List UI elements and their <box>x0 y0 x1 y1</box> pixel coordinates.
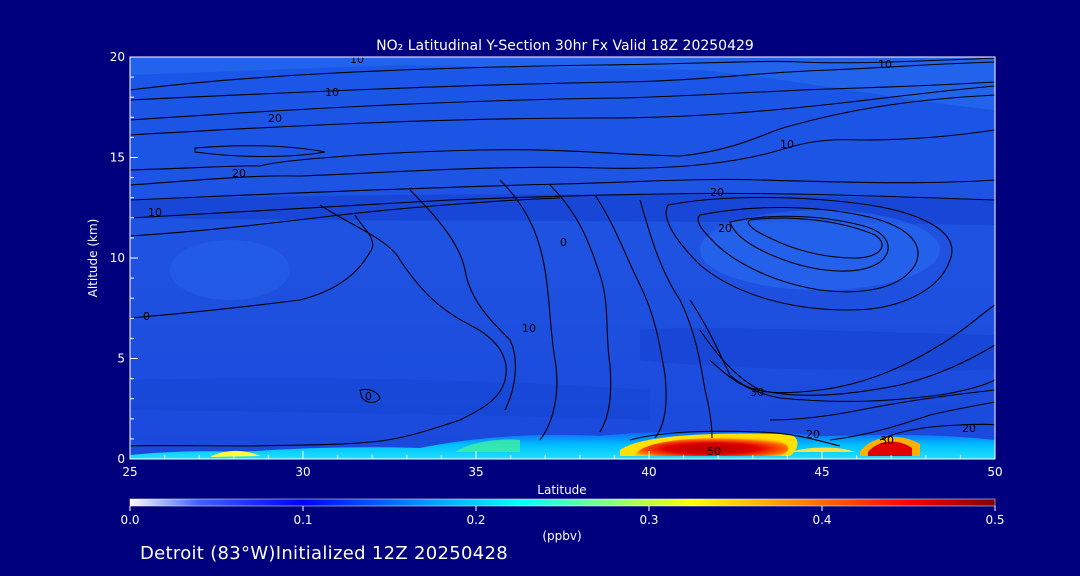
contour-label: 30 <box>750 386 764 399</box>
colorbar: 0.0 0.1 0.2 0.3 0.4 0.5 (ppbv) <box>120 498 1005 543</box>
x-tick-label: 40 <box>641 465 656 479</box>
colorbar-gradient <box>129 498 996 507</box>
y-tick-label: 10 <box>110 251 125 265</box>
contour-label: 0 <box>143 310 150 323</box>
y-axis-label: Altitude (km) <box>86 219 100 298</box>
colorbar-label: (ppbv) <box>542 529 581 543</box>
x-tick-label: 45 <box>814 465 829 479</box>
contour-label: 20 <box>806 428 820 441</box>
contour-label: 20 <box>268 112 282 125</box>
colorbar-ticks: 0.0 0.1 0.2 0.3 0.4 0.5 <box>120 506 1005 527</box>
contour-label: 10 <box>325 86 339 99</box>
contour-label: 10 <box>780 138 794 151</box>
colorbar-tick-label: 0.3 <box>639 513 658 527</box>
contour-label: 10 <box>522 322 536 335</box>
contour-label: 0 <box>365 390 372 403</box>
contour-label: 10 <box>148 206 162 219</box>
colorbar-tick-label: 0.1 <box>293 513 312 527</box>
contour-label: 30 <box>880 434 894 447</box>
chart-title: NO₂ Latitudinal Y-Section 30hr Fx Valid … <box>376 38 754 54</box>
x-tick-label: 30 <box>295 465 310 479</box>
contour-label: 10 <box>350 53 364 66</box>
chart: NO₂ Latitudinal Y-Section 30hr Fx Valid … <box>86 38 1005 543</box>
footer-info: Detroit (83°W)Initialized 12Z 20250428 <box>140 543 508 564</box>
colorbar-tick-label: 0.2 <box>466 513 485 527</box>
colorbar-tick-label: 0.4 <box>812 513 831 527</box>
x-tick-label: 25 <box>122 465 137 479</box>
contour-label: 20 <box>232 167 246 180</box>
contour-label: 50 <box>707 445 721 458</box>
y-tick-label: 0 <box>117 452 125 466</box>
y-tick-label: 5 <box>117 352 125 366</box>
contour-label: 20 <box>962 422 976 435</box>
x-axis-label: Latitude <box>537 483 586 497</box>
y-tick-label: 20 <box>110 50 125 64</box>
contour-label: 20 <box>710 186 724 199</box>
y-tick-label: 15 <box>110 151 125 165</box>
contour-label: 20 <box>718 222 732 235</box>
colorbar-tick-label: 0.0 <box>120 513 139 527</box>
contour-label: 10 <box>878 58 892 71</box>
x-tick-label: 50 <box>987 465 1002 479</box>
x-tick-label: 35 <box>468 465 483 479</box>
contour-label: 0 <box>560 236 567 249</box>
plot-area: 10 10 20 20 10 0 10 20 30 20 10 0 10 20 … <box>130 53 995 459</box>
colorbar-tick-label: 0.5 <box>985 513 1004 527</box>
